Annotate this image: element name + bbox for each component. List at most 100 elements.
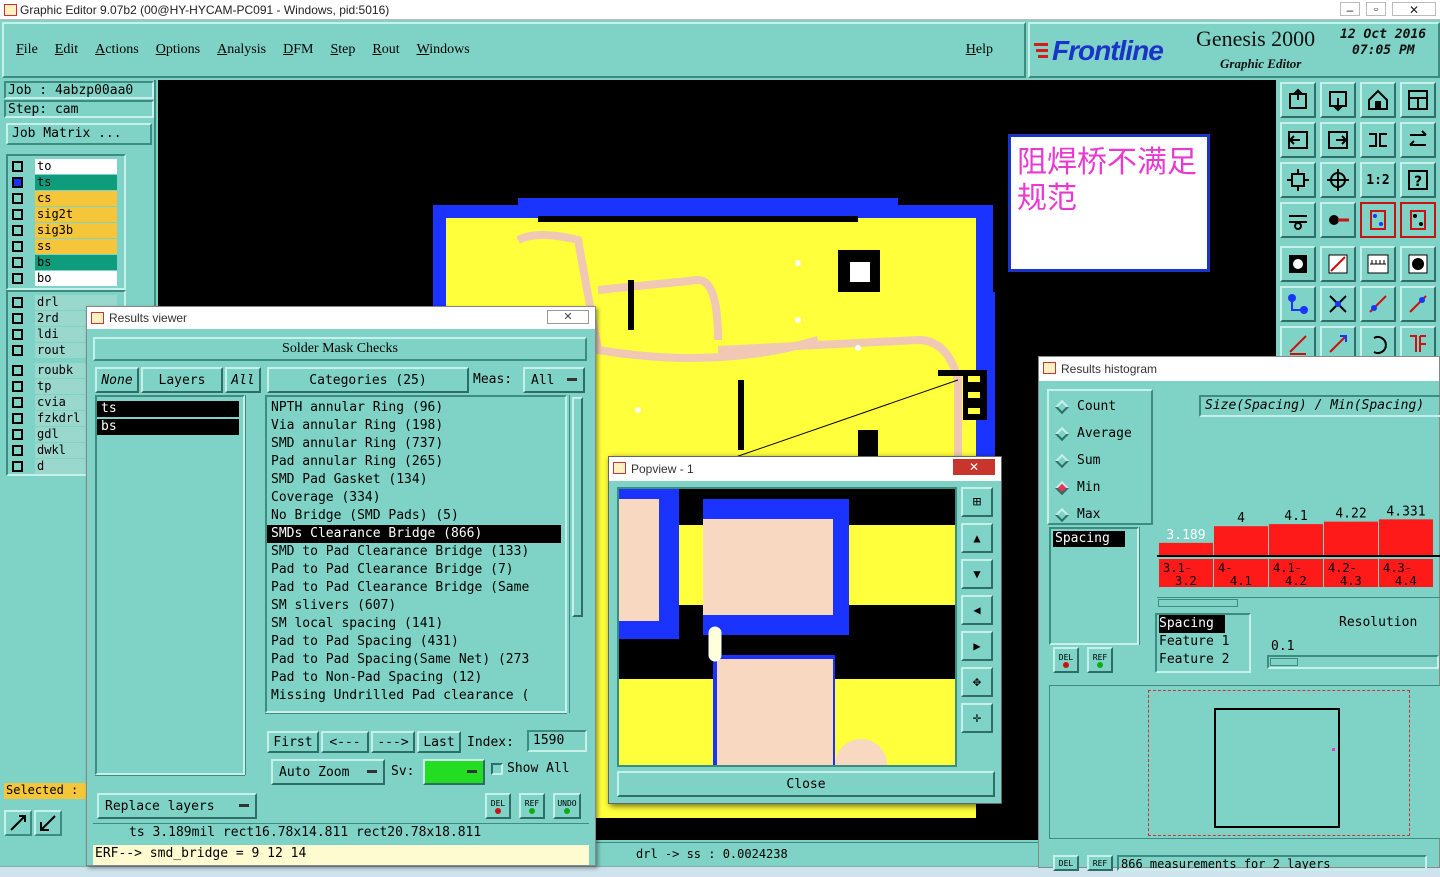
checkbox[interactable] <box>12 192 23 204</box>
bottom-del-button[interactable]: DEL <box>1053 855 1079 871</box>
histogram-bar[interactable] <box>1269 524 1323 555</box>
layers-button[interactable]: Layers <box>141 367 223 393</box>
histogram-bar[interactable] <box>1324 521 1378 555</box>
metric-list[interactable]: Spacing <box>1049 527 1139 645</box>
tool-button[interactable]: ▶ <box>961 631 993 661</box>
checkbox[interactable] <box>12 240 23 252</box>
tool-button[interactable]: ✛ <box>961 703 993 733</box>
checkbox[interactable] <box>12 296 23 308</box>
histogram-del-button[interactable]: DEL <box>1053 647 1079 673</box>
minimize-button[interactable]: – <box>1340 2 1360 17</box>
layer-results-list[interactable]: ts bs <box>95 395 245 775</box>
tool-button[interactable] <box>1280 286 1316 322</box>
layer-row[interactable]: ts <box>8 174 124 190</box>
scrollbar[interactable] <box>245 395 261 775</box>
histogram-ref-button[interactable]: REF <box>1087 647 1113 673</box>
layer-row[interactable]: ss <box>8 238 124 254</box>
zoom-tool-button[interactable] <box>4 810 32 836</box>
job-matrix-button[interactable]: Job Matrix ... <box>6 123 152 145</box>
menu-step[interactable]: Step <box>330 42 355 58</box>
tool-button[interactable] <box>1320 82 1356 118</box>
scrollbar[interactable] <box>569 395 585 713</box>
close-icon[interactable]: ✕ <box>547 310 589 324</box>
layer-row[interactable]: sig2t <box>8 206 124 222</box>
scrollbar[interactable] <box>1139 527 1153 645</box>
list-item[interactable]: SM local spacing (141) <box>267 615 565 633</box>
checkbox[interactable] <box>12 224 23 236</box>
tool-button[interactable]: ? <box>1400 162 1436 198</box>
list-item[interactable]: Via annular Ring (198) <box>267 417 565 435</box>
tool-button[interactable] <box>1280 82 1316 118</box>
tool-button[interactable]: ▲ <box>961 523 993 553</box>
maximize-button[interactable]: ▫ <box>1366 2 1386 16</box>
categories-button[interactable]: Categories (25) <box>267 367 469 393</box>
tool-button[interactable]: ⊞ <box>961 487 993 517</box>
checkbox[interactable] <box>12 176 23 188</box>
tool-button[interactable] <box>1360 122 1396 158</box>
all-layers-button[interactable]: All <box>225 367 261 393</box>
first-button[interactable]: First <box>267 731 319 753</box>
layer-row[interactable]: cs <box>8 190 124 206</box>
list-item[interactable]: ts <box>97 401 239 417</box>
checkbox[interactable] <box>12 364 23 376</box>
checkbox[interactable] <box>12 344 23 356</box>
list-item[interactable]: Pad to Pad Spacing (431) <box>267 633 565 651</box>
list-item[interactable]: Missing Undrilled Pad clearance ( <box>267 687 565 705</box>
checkbox[interactable] <box>12 412 23 424</box>
scroll-thumb[interactable] <box>1158 599 1238 607</box>
layer-row[interactable]: to <box>8 158 124 174</box>
sv-color-dropdown[interactable] <box>423 759 485 785</box>
show-all-checkbox[interactable] <box>491 763 503 775</box>
tool-button[interactable] <box>1360 286 1396 322</box>
tool-button[interactable] <box>1280 202 1316 238</box>
layer-row[interactable]: sig3b <box>8 222 124 238</box>
scrollbar[interactable] <box>265 713 567 727</box>
list-item-selected[interactable]: SMDs Clearance Bridge (866) <box>267 525 561 543</box>
checkbox[interactable] <box>12 208 23 220</box>
list-item[interactable]: bs <box>97 419 239 435</box>
meas-dropdown[interactable]: All <box>523 367 585 393</box>
list-item[interactable]: SMD to Pad Clearance Bridge (133) <box>267 543 565 561</box>
menu-file[interactable]: File <box>16 42 38 58</box>
mode-max-radio[interactable]: Max <box>1049 501 1151 528</box>
menu-edit[interactable]: Edit <box>55 42 78 58</box>
tool-button[interactable] <box>1360 246 1396 282</box>
histogram-bar[interactable] <box>1214 526 1268 555</box>
pan-tool-button[interactable] <box>34 810 62 836</box>
bottom-ref-button[interactable]: REF <box>1087 855 1113 871</box>
index-input[interactable]: 1590 <box>527 730 587 752</box>
last-button[interactable]: Last <box>417 731 461 753</box>
tool-button[interactable] <box>1400 82 1436 118</box>
list-item[interactable]: NPTH annular Ring (96) <box>267 399 565 417</box>
layer-row[interactable]: bo <box>8 270 124 286</box>
checkbox[interactable] <box>12 312 23 324</box>
list-item[interactable]: Spacing <box>1053 531 1125 547</box>
none-button[interactable]: None <box>95 367 139 393</box>
tool-button[interactable] <box>1400 202 1436 238</box>
histogram-bar[interactable] <box>1159 542 1213 555</box>
list-item[interactable]: SM slivers (607) <box>267 597 565 615</box>
tool-button[interactable] <box>1400 286 1436 322</box>
list-item[interactable]: Coverage (334) <box>267 489 565 507</box>
undo-button[interactable]: UNDO <box>553 793 581 819</box>
tool-button[interactable] <box>1320 246 1356 282</box>
mode-min-radio[interactable]: Min <box>1049 474 1151 501</box>
tool-button[interactable] <box>1280 246 1316 282</box>
del-button[interactable]: DEL <box>485 793 511 819</box>
list-item[interactable]: SMD Pad Gasket (134) <box>267 471 565 489</box>
tool-button[interactable]: 1:2 <box>1360 162 1396 198</box>
tool-button[interactable] <box>1280 122 1316 158</box>
tool-button[interactable]: ▼ <box>961 559 993 589</box>
mode-count-radio[interactable]: Count <box>1049 393 1151 420</box>
category-list[interactable]: NPTH annular Ring (96) Via annular Ring … <box>265 395 567 713</box>
scroll-thumb[interactable] <box>572 397 583 617</box>
close-window-button[interactable]: ✕ <box>1392 2 1436 17</box>
checkbox[interactable] <box>12 328 23 340</box>
next-button[interactable]: ---> <box>371 731 415 753</box>
list-item[interactable]: Pad annular Ring (265) <box>267 453 565 471</box>
close-icon[interactable]: ✕ <box>953 459 995 475</box>
tool-button[interactable] <box>1360 82 1396 118</box>
checkbox[interactable] <box>12 160 23 172</box>
checkbox[interactable] <box>12 428 23 440</box>
list-item[interactable]: Pad to Pad Clearance Bridge (Same <box>267 579 565 597</box>
